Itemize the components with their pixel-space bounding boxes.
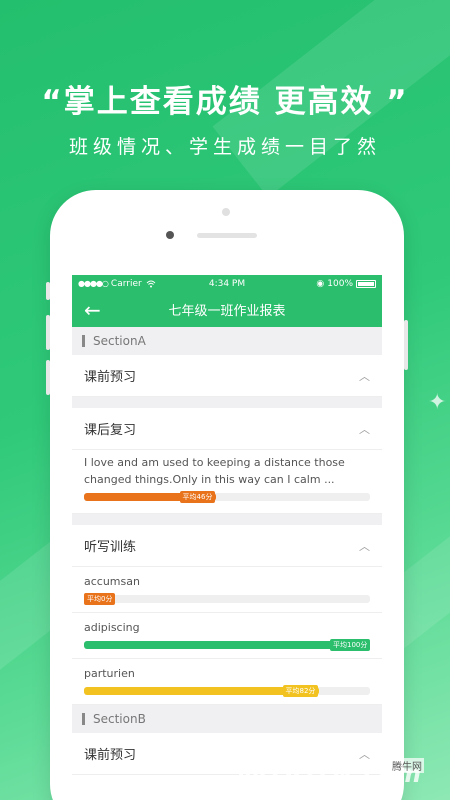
homework-item[interactable]: I love and am used to keeping a distance…	[72, 450, 382, 514]
score-badge: 平均82分	[282, 685, 319, 697]
homework-item[interactable]: parturien 平均82分	[72, 659, 382, 705]
section-title: SectionA	[93, 334, 146, 348]
group-header-review[interactable]: 课后复习 ︿	[72, 408, 382, 450]
nav-bar: ← 七年级一班作业报表	[72, 292, 382, 327]
phone-sensor	[222, 208, 230, 216]
score-progress-bar: 平均100分	[84, 639, 371, 651]
app-screen: ●●●●○ Carrier 4:34 PM ◉ 100% ← 七年级一班作业报表…	[72, 275, 382, 800]
section-header-a: SectionA	[72, 327, 382, 355]
chevron-up-icon: ︿	[359, 539, 370, 553]
promo-subline: 班级情况、学生成绩一目了然	[68, 136, 381, 158]
group-divider	[72, 514, 382, 525]
group-title: 课前预习	[84, 370, 137, 385]
phone-frame: ●●●●○ Carrier 4:34 PM ◉ 100% ← 七年级一班作业报表…	[46, 190, 408, 800]
score-progress-bar: 平均0分	[84, 593, 370, 605]
status-time: 4:34 PM	[208, 278, 246, 289]
score-badge: 平均0分	[84, 593, 116, 605]
score-badge: 平均46分	[179, 491, 216, 503]
group-divider	[72, 397, 382, 408]
homework-title: adipiscing	[84, 621, 140, 634]
phone-side-button	[404, 320, 408, 370]
back-arrow-icon[interactable]: ←	[84, 298, 101, 322]
phone-side-button	[46, 315, 50, 350]
homework-title: I love and am used to keeping a distance…	[84, 456, 345, 486]
chevron-up-icon: ︿	[359, 369, 370, 383]
phone-speaker	[197, 233, 257, 238]
phone-camera	[166, 231, 174, 239]
group-header-preview[interactable]: 课前预习 ︿	[72, 355, 382, 397]
watermark-logo-icon: ⋓	[236, 752, 268, 796]
group-title: 课前预习	[84, 748, 137, 763]
phone-side-button	[46, 282, 50, 300]
score-badge: 平均100分	[330, 639, 371, 651]
homework-item[interactable]: accumsan 平均0分	[72, 567, 382, 613]
section-marker	[82, 713, 85, 725]
homework-title: accumsan	[84, 575, 140, 588]
score-progress-bar: 平均82分	[84, 685, 370, 697]
page-title: 七年级一班作业报表	[168, 304, 286, 319]
sparkle-icon: ✦	[428, 390, 447, 415]
group-title: 听写训练	[84, 540, 137, 555]
score-fill	[84, 641, 370, 649]
score-progress-bar: 平均46分	[84, 491, 370, 503]
phone-side-button	[46, 360, 50, 395]
homework-title: parturien	[84, 667, 135, 680]
watermark-sub: 腾牛网	[390, 758, 424, 773]
battery-icon	[356, 279, 376, 288]
promo-headline: “掌上查看成绩 更高效 ”	[41, 84, 409, 120]
group-title: 课后复习	[84, 423, 137, 438]
group-header-dictation[interactable]: 听写训练 ︿	[72, 525, 382, 567]
status-bar: ●●●●○ Carrier 4:34 PM ◉ 100%	[72, 275, 382, 292]
section-title: SectionB	[93, 712, 146, 726]
section-marker	[82, 335, 85, 347]
section-header-b: SectionB	[72, 705, 382, 733]
chevron-up-icon: ︿	[359, 422, 370, 436]
homework-item[interactable]: adipiscing 平均100分	[72, 613, 382, 659]
